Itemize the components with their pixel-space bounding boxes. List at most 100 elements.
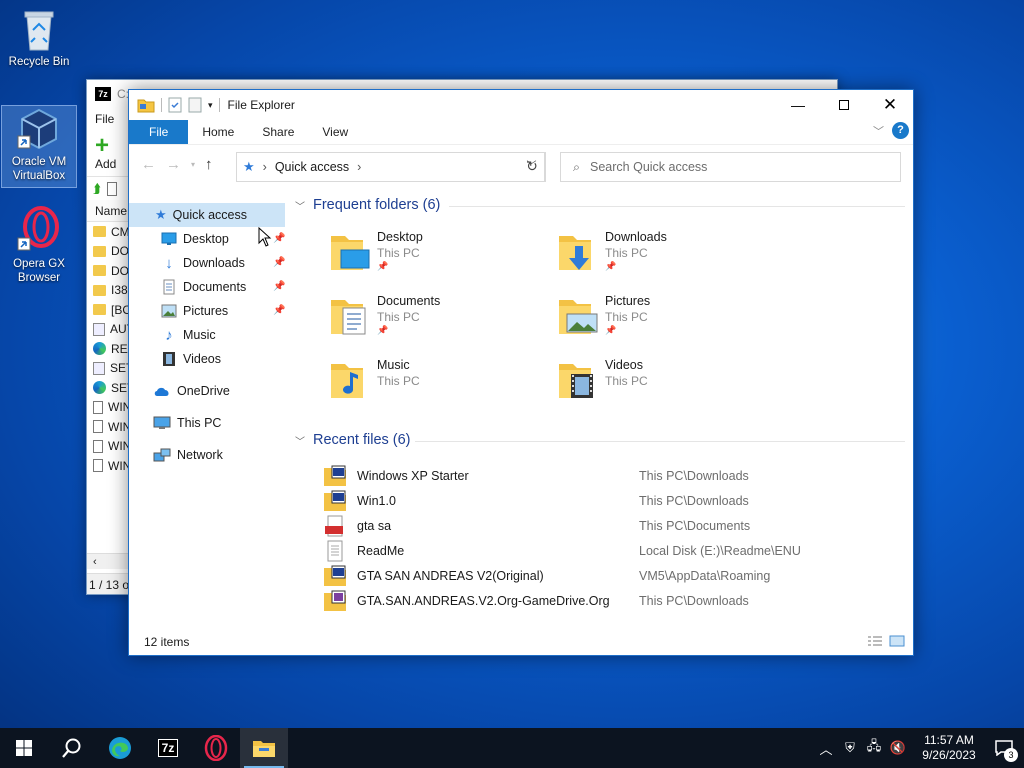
settings-file-icon [93, 361, 105, 375]
folder-tile-desktop[interactable]: Desktop This PC 📌 [329, 230, 549, 290]
nav-item-downloads[interactable]: ↓ Downloads [161, 251, 245, 275]
recent-file-path: This PC\Downloads [639, 493, 749, 508]
virtualbox-icon [17, 108, 57, 150]
new-folder-icon[interactable] [188, 97, 202, 113]
address-bar[interactable]: ★ › Quick access › ﹀ [236, 152, 546, 182]
list-item-name: CM [111, 224, 130, 239]
show-hidden-icons-chevron-icon[interactable]: ︿ [814, 739, 838, 758]
details-view-icon[interactable] [867, 635, 883, 647]
recent-file-name: gta sa [357, 518, 392, 533]
nav-item-network[interactable]: Network [153, 443, 223, 467]
taskbar-file-explorer[interactable] [240, 728, 288, 768]
pictures-folder-icon [559, 300, 598, 334]
folder-tile-pictures[interactable]: Pictures This PC 📌 [557, 294, 777, 354]
file-icon [93, 400, 103, 414]
pin-icon[interactable]: 📌 [273, 281, 285, 292]
recent-file-row[interactable]: GTA SAN ANDREAS V2(Original) VM5\AppData… [323, 563, 903, 588]
recent-file-row[interactable]: GTA.SAN.ANDREAS.V2.Org-GameDrive.Org Thi… [323, 588, 903, 613]
nav-item-pictures[interactable]: Pictures [161, 299, 228, 323]
nav-item-music[interactable]: ♪ Music [161, 323, 215, 347]
breadcrumb-separator-icon[interactable]: › [357, 160, 361, 174]
collapse-chevron-icon[interactable]: ﹀ [295, 433, 305, 448]
search-icon [62, 738, 81, 758]
7zip-menu-file[interactable]: File [95, 112, 114, 126]
taskbar-search-button[interactable] [48, 728, 96, 768]
window-title: File Explorer [227, 98, 295, 112]
up-folder-icon[interactable]: ⮭ [93, 181, 101, 197]
recent-file-row[interactable]: gta sa This PC\Documents [323, 513, 903, 538]
recent-file-row[interactable]: Windows XP Starter This PC\Downloads [323, 463, 903, 488]
start-button[interactable] [0, 728, 48, 768]
7zip-horizontal-scrollbar[interactable]: ‹ [87, 553, 129, 569]
explorer-title-bar[interactable]: ▾ File Explorer — ✕ [129, 90, 913, 120]
nav-item-onedrive[interactable]: OneDrive [153, 379, 230, 403]
large-icons-view-icon[interactable] [889, 635, 905, 647]
breadcrumb-separator-icon[interactable]: › [263, 160, 267, 174]
opera-gx-icon [17, 206, 59, 251]
tab-view[interactable]: View [308, 120, 362, 144]
nav-item-quick-access[interactable]: ★ Quick access [129, 203, 285, 227]
frequent-folders-header[interactable]: ﹀ Frequent folders (6) [295, 197, 440, 213]
file-icon [93, 459, 103, 473]
nav-item-label: Videos [183, 352, 221, 366]
tab-home[interactable]: Home [188, 120, 248, 144]
file-explorer-window[interactable]: ▾ File Explorer — ✕ File Home Share View… [128, 89, 914, 656]
maximize-icon [839, 100, 849, 110]
folder-location: This PC [605, 374, 648, 388]
status-bar: 12 items [129, 629, 913, 655]
nav-item-desktop[interactable]: Desktop [161, 227, 229, 251]
desktop-icon [161, 232, 177, 245]
maximize-button[interactable] [821, 90, 867, 120]
tab-share[interactable]: Share [248, 120, 308, 144]
list-item-name: DO [111, 244, 129, 259]
nav-item-this-pc[interactable]: This PC [153, 411, 221, 435]
folder-tile-downloads[interactable]: Downloads This PC 📌 [557, 230, 777, 290]
clock[interactable]: 11:57 AM 9/26/2023 [914, 733, 984, 763]
quick-access-star-icon: ★ [243, 159, 255, 174]
collapse-chevron-icon[interactable]: ﹀ [295, 198, 305, 213]
7zip-column-name[interactable]: Name [95, 204, 127, 218]
scroll-left-icon[interactable]: ‹ [93, 556, 97, 568]
defender-icon[interactable]: ⛨ [838, 740, 862, 756]
refresh-icon: ↻ [526, 158, 538, 174]
nav-item-videos[interactable]: Videos [161, 347, 221, 371]
nav-item-documents[interactable]: Documents [161, 275, 246, 299]
search-input[interactable]: ⌕ Search Quick access [560, 152, 901, 182]
desktop-virtualbox[interactable]: Oracle VM VirtualBox [1, 105, 77, 188]
folder-name: Downloads [605, 230, 667, 244]
pin-icon[interactable]: 📌 [273, 233, 285, 244]
nav-item-label: Documents [183, 280, 247, 294]
folder-tile-videos[interactable]: Videos This PC [557, 358, 777, 418]
breadcrumb-quick-access[interactable]: Quick access [275, 160, 349, 174]
recent-files-header[interactable]: ﹀ Recent files (6) [295, 432, 411, 448]
properties-icon[interactable] [168, 97, 182, 113]
back-arrow-icon[interactable]: ← [141, 156, 156, 173]
taskbar-opera-gx[interactable] [192, 728, 240, 768]
minimize-button[interactable]: — [775, 90, 821, 120]
network-tray-icon[interactable]: 🖧 [862, 737, 886, 759]
folder-app-icon [137, 99, 155, 113]
expand-ribbon-chevron-icon[interactable]: ﹀ [873, 123, 884, 139]
pin-icon[interactable]: 📌 [273, 305, 285, 316]
up-arrow-icon[interactable]: ↑ [205, 156, 213, 173]
taskbar-7zip[interactable]: 7z [144, 728, 192, 768]
taskbar-edge[interactable] [96, 728, 144, 768]
close-button[interactable]: ✕ [867, 90, 913, 120]
forward-arrow-icon[interactable]: → [166, 156, 181, 173]
desktop-opera-gx[interactable]: Opera GX Browser [1, 204, 77, 285]
recent-file-row[interactable]: Win1.0 This PC\Downloads [323, 488, 903, 513]
desktop-recycle-bin[interactable]: Recycle Bin [1, 6, 77, 69]
pin-icon[interactable]: 📌 [273, 257, 285, 268]
customize-toolbar-chevron-icon[interactable]: ▾ [208, 100, 213, 111]
action-center-button[interactable]: 3 [984, 728, 1024, 768]
folder-icon [93, 265, 106, 277]
volume-muted-icon[interactable]: 🔇 [886, 740, 910, 756]
refresh-button[interactable]: ↻ [518, 152, 546, 182]
folder-tile-documents[interactable]: Documents This PC 📌 [329, 294, 549, 354]
recent-file-row[interactable]: ReadMe Local Disk (E:)\Readme\ENU [323, 538, 903, 563]
recent-locations-chevron-icon[interactable]: ▾ [191, 160, 195, 169]
folder-tile-music[interactable]: Music This PC [329, 358, 549, 418]
edge-icon [109, 737, 131, 759]
help-icon[interactable]: ? [892, 122, 909, 139]
tab-file[interactable]: File [129, 120, 189, 144]
